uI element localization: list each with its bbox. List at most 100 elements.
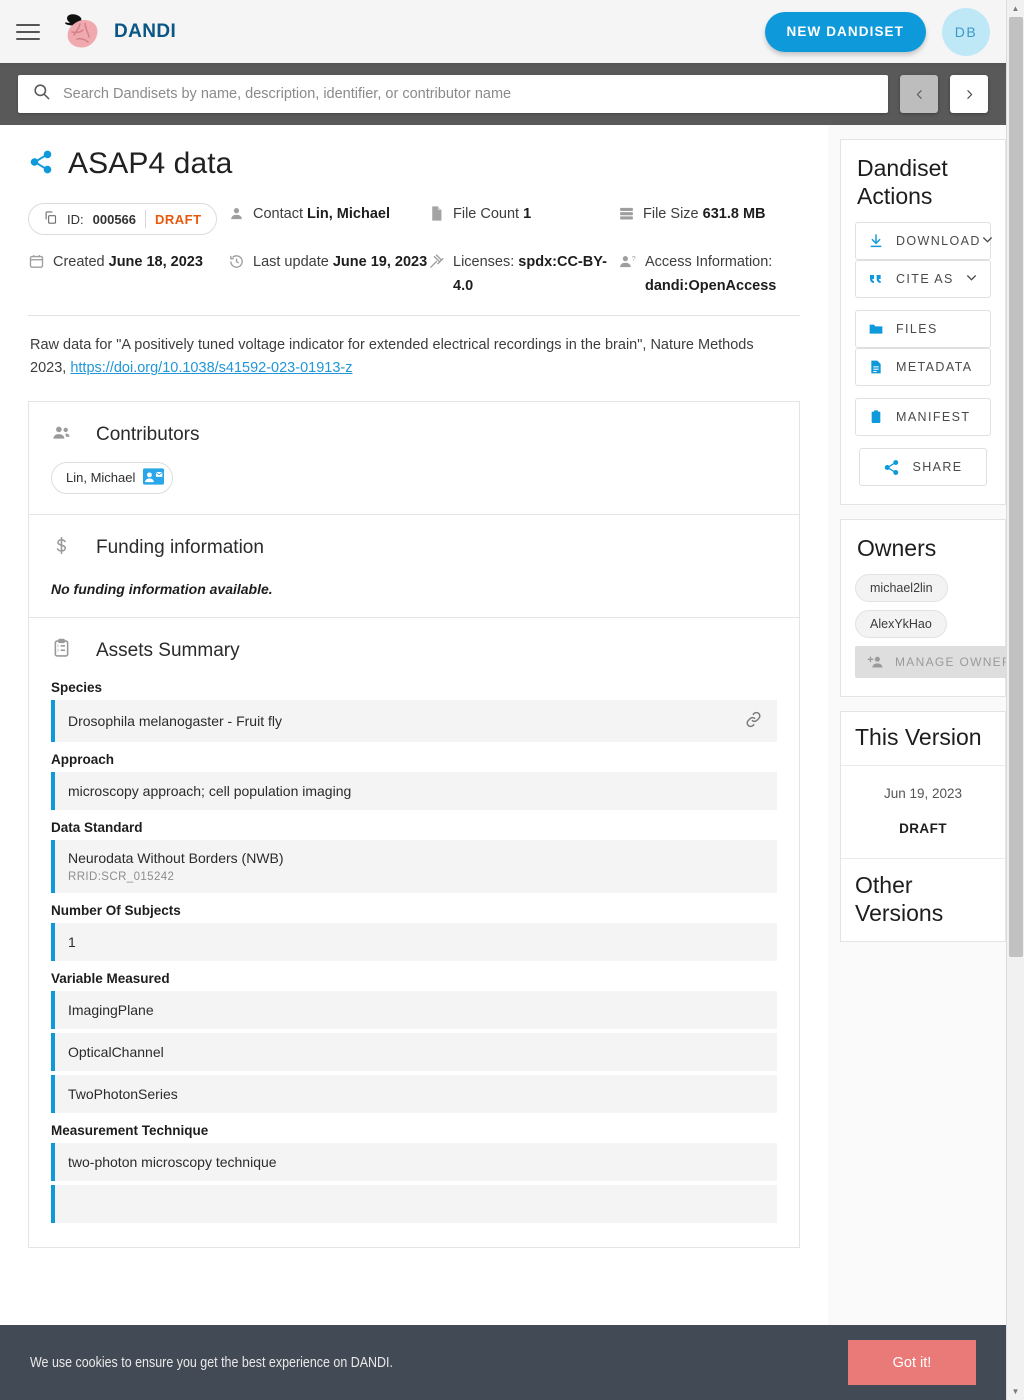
- page-title: ASAP4 data: [68, 147, 233, 180]
- asset-label-data-standard: Data Standard: [51, 819, 143, 835]
- dollar-icon: [51, 535, 72, 561]
- page-title-row: ASAP4 data: [28, 147, 800, 181]
- dandiset-actions-panel: Dandiset Actions DOWNLOAD CITE AS FILES …: [840, 139, 1006, 506]
- dandiset-description: Raw data for "A positively tuned voltage…: [28, 316, 788, 401]
- meta-licenses-label: Licenses:: [453, 254, 519, 270]
- meta-access-label: Access Information:: [645, 254, 773, 270]
- meta-last-update: Last update June 19, 2023: [228, 251, 428, 279]
- quote-icon: [868, 271, 884, 287]
- asset-row: microscopy approach; cell population ima…: [51, 771, 777, 810]
- owner-chip[interactable]: michael2lin: [855, 574, 948, 603]
- funding-title: Funding information: [96, 536, 264, 558]
- dandiset-id-value: 000566: [92, 211, 137, 227]
- manifest-button[interactable]: MANIFEST: [855, 398, 991, 437]
- owners-list: michael2lin AlexYkHao MANAGE OWNERS: [841, 574, 1023, 696]
- contributors-title: Contributors: [96, 423, 200, 445]
- chevron-down-icon: [965, 271, 978, 287]
- search-input[interactable]: [63, 86, 874, 102]
- asset-value: Drosophila melanogaster - Fruit fly: [68, 712, 282, 729]
- contact-card-icon: [143, 468, 165, 488]
- funding-header: Funding information: [29, 515, 799, 569]
- meta-file-count-label: File Count: [453, 206, 524, 222]
- next-page-button[interactable]: [950, 75, 988, 113]
- clipboard-list-icon: 12: [51, 638, 72, 664]
- prev-page-button[interactable]: [900, 75, 938, 113]
- actions-gap: [855, 436, 991, 448]
- contributor-chip[interactable]: Lin, Michael: [51, 461, 174, 494]
- scroll-up-arrow-icon[interactable]: ▲: [1007, 0, 1024, 17]
- dandiset-id-chip[interactable]: ID: 000566 DRAFT: [28, 203, 217, 235]
- avatar[interactable]: DB: [942, 7, 990, 56]
- asset-row: two-photon microscopy technique: [51, 1142, 777, 1181]
- contributors-header: Contributors: [29, 402, 799, 456]
- meta-access-information: ? Access Information: dandi:OpenAccess: [618, 251, 798, 299]
- person-icon: [228, 205, 245, 231]
- people-icon: [51, 422, 72, 448]
- this-version-body[interactable]: Jun 19, 2023 DRAFT: [841, 766, 1005, 860]
- description-doi-link[interactable]: https://doi.org/10.1038/s41592-023-01913…: [70, 360, 352, 376]
- search-box[interactable]: [18, 75, 888, 113]
- metadata-button[interactable]: METADATA: [855, 348, 991, 387]
- owners-panel: Owners michael2lin AlexYkHao MANAGE OWNE…: [840, 519, 1023, 698]
- asset-value: TwoPhotonSeries: [68, 1085, 178, 1102]
- asset-row: 1: [51, 922, 777, 961]
- main-column: ASAP4 data ID: 000566 DRAFT Contact Lin,…: [0, 125, 828, 1400]
- asset-value: OpticalChannel: [68, 1043, 164, 1060]
- new-dandiset-button[interactable]: NEW DANDISET: [764, 11, 926, 52]
- svg-text:2: 2: [57, 647, 60, 652]
- status-badge: DRAFT: [155, 211, 202, 227]
- share-icon[interactable]: [28, 149, 54, 180]
- dandiset-id-label: ID:: [67, 211, 84, 227]
- chevron-down-icon: [981, 233, 994, 249]
- brand-name: DANDI: [114, 20, 177, 42]
- svg-text:?: ?: [632, 255, 636, 263]
- cookie-accept-button[interactable]: Got it!: [848, 1340, 976, 1385]
- asset-row: Drosophila melanogaster - Fruit fly: [51, 699, 777, 742]
- person-question-icon: ?: [618, 253, 637, 279]
- asset-label-variable-measured: Variable Measured: [51, 970, 170, 986]
- scrollbar-thumb[interactable]: [1009, 17, 1023, 957]
- asset-value: Neurodata Without Borders (NWB): [68, 849, 284, 866]
- contributors-card: Contributors Lin, Michael: [28, 400, 800, 515]
- gavel-icon: [428, 253, 445, 279]
- owner-chip[interactable]: AlexYkHao: [855, 610, 947, 639]
- page-content: ASAP4 data ID: 000566 DRAFT Contact Lin,…: [0, 125, 1023, 1400]
- add-person-icon: [867, 654, 885, 670]
- version-status: DRAFT: [899, 821, 947, 837]
- dandiset-actions-title: Dandiset Actions: [857, 155, 948, 210]
- copy-icon[interactable]: [43, 210, 58, 228]
- manage-owners-label: MANAGE OWNERS: [895, 655, 1022, 670]
- dandiset-actions-list: DOWNLOAD CITE AS FILES METADATA MANIFEST…: [841, 222, 1005, 504]
- assets-summary-card: 12 Assets Summary Species Drosophila mel…: [28, 617, 800, 1248]
- files-button[interactable]: FILES: [855, 310, 991, 349]
- funding-card: Funding information No funding informati…: [28, 514, 800, 618]
- share-button[interactable]: SHARE: [859, 448, 987, 487]
- calendar-icon: [28, 253, 45, 279]
- meta-created: Created June 18, 2023: [28, 251, 228, 279]
- download-label: DOWNLOAD: [896, 234, 981, 249]
- page-scrollbar[interactable]: ▲ ▼: [1006, 0, 1024, 1400]
- folder-icon: [868, 321, 884, 337]
- dandiset-meta-grid: ID: 000566 DRAFT Contact Lin, Michael Fi…: [28, 203, 800, 316]
- contributor-name: Lin, Michael: [66, 470, 136, 486]
- meta-file-size: File Size 631.8 MB: [618, 203, 798, 231]
- asset-label-number-of-subjects: Number Of Subjects: [51, 902, 181, 918]
- chip-divider: [145, 210, 147, 228]
- scroll-down-arrow-icon[interactable]: ▼: [1007, 1383, 1024, 1400]
- manifest-label: MANIFEST: [896, 410, 971, 425]
- link-icon[interactable]: [744, 710, 763, 732]
- share-icon: [883, 459, 900, 476]
- cite-as-label: CITE AS: [896, 272, 954, 287]
- download-button[interactable]: DOWNLOAD: [855, 222, 994, 261]
- brand-logo[interactable]: DANDI: [58, 11, 176, 53]
- hamburger-icon[interactable]: [16, 17, 46, 47]
- asset-label-measurement-technique: Measurement Technique: [51, 1122, 209, 1138]
- dandi-dandiset-page: DANDI NEW DANDISET DB Search Dandisets b…: [0, 0, 1024, 1400]
- meta-file-count-value: 1: [523, 206, 532, 222]
- asset-label-approach: Approach: [51, 751, 115, 767]
- version-date: Jun 19, 2023: [883, 786, 963, 802]
- meta-last-update-label: Last update: [253, 254, 333, 270]
- contributors-body: Lin, Michael: [29, 456, 799, 514]
- cite-as-button[interactable]: CITE AS: [855, 260, 991, 299]
- app-bar: DANDI NEW DANDISET DB: [0, 0, 1006, 63]
